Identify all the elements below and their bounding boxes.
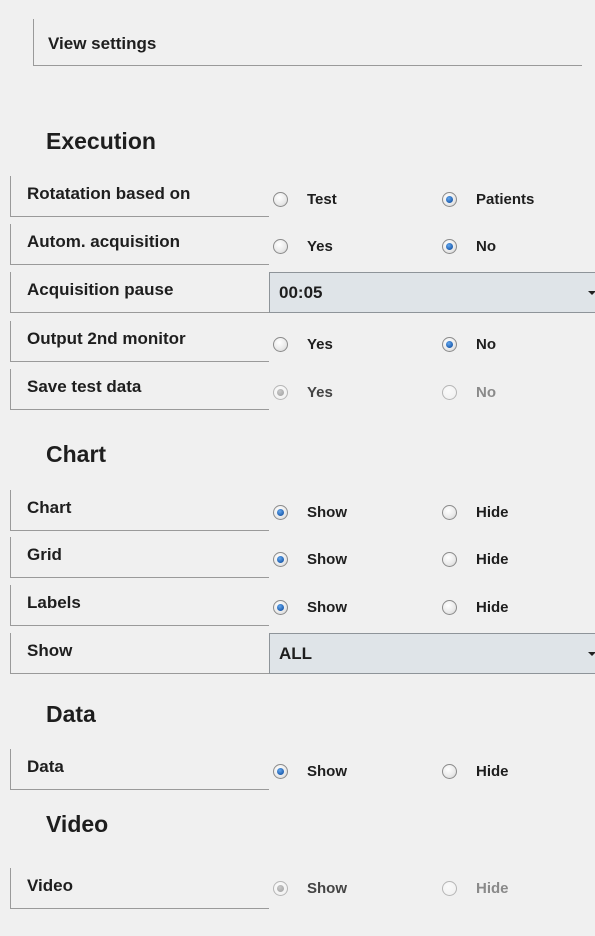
grid-option-hide-label: Hide — [476, 550, 509, 568]
video-option-show: Show — [273, 877, 347, 899]
save-test-data-option-yes-label: Yes — [307, 383, 333, 401]
labels-option-show[interactable]: Show — [273, 596, 347, 618]
grid-option-hide[interactable]: Hide — [442, 548, 509, 570]
radio-selected-icon[interactable] — [273, 504, 288, 520]
acquisition-pause-select[interactable]: 00:05 — [269, 272, 595, 313]
show-value: ALL — [279, 644, 313, 663]
radio-icon[interactable] — [273, 238, 288, 254]
show-label-cell: Show — [10, 633, 269, 674]
autom-acquisition-label: Autom. acquisition — [27, 232, 180, 251]
rotation-label: Rotatation based on — [27, 184, 191, 203]
chart-option-hide[interactable]: Hide — [442, 501, 509, 523]
output-2nd-monitor-label-cell: Output 2nd monitor — [10, 321, 269, 362]
section-title-chart: Chart — [46, 441, 107, 467]
radio-disabled-selected-icon — [273, 384, 288, 400]
data-label-cell: Data — [10, 749, 269, 790]
grid-option-show-label: Show — [307, 550, 347, 568]
output-2nd-monitor-option-no[interactable]: No — [442, 333, 496, 355]
autom-acquisition-option-yes-label: Yes — [307, 237, 333, 255]
radio-disabled-icon — [442, 384, 457, 400]
radio-selected-icon[interactable] — [273, 551, 288, 567]
radio-icon[interactable] — [442, 551, 457, 567]
grid-label-cell: Grid — [10, 537, 269, 578]
chart-option-hide-label: Hide — [476, 503, 509, 521]
autom-acquisition-option-no-label: No — [476, 237, 496, 255]
radio-icon[interactable] — [442, 599, 457, 615]
autom-acquisition-option-yes[interactable]: Yes — [273, 235, 333, 257]
video-option-hide-label: Hide — [476, 879, 509, 897]
video-label-cell: Video — [10, 868, 269, 909]
data-option-hide[interactable]: Hide — [442, 760, 509, 782]
save-test-data-option-yes: Yes — [273, 381, 333, 403]
view-settings-title: View settings — [48, 34, 157, 53]
data-option-show-label: Show — [307, 762, 347, 780]
save-test-data-label-cell: Save test data — [10, 369, 269, 410]
radio-selected-icon[interactable] — [442, 336, 457, 352]
chart-option-show[interactable]: Show — [273, 501, 347, 523]
grid-label: Grid — [27, 545, 62, 564]
chart-label-cell: Chart — [10, 490, 269, 531]
rotation-option-patients[interactable]: Patients — [442, 188, 534, 210]
radio-disabled-selected-icon — [273, 880, 288, 896]
section-title-execution: Execution — [46, 128, 156, 154]
output-2nd-monitor-option-yes[interactable]: Yes — [273, 333, 333, 355]
chevron-down-icon[interactable] — [588, 291, 595, 295]
video-option-hide: Hide — [442, 877, 509, 899]
rotation-label-cell: Rotatation based on — [10, 176, 269, 217]
video-label: Video — [27, 876, 73, 895]
acquisition-pause-label: Acquisition pause — [27, 280, 174, 299]
grid-option-show[interactable]: Show — [273, 548, 347, 570]
section-title-data: Data — [46, 701, 96, 727]
data-label: Data — [27, 757, 64, 776]
autom-acquisition-label-cell: Autom. acquisition — [10, 224, 269, 265]
save-test-data-option-no-label: No — [476, 383, 496, 401]
radio-icon[interactable] — [442, 504, 457, 520]
output-2nd-monitor-option-yes-label: Yes — [307, 335, 333, 353]
output-2nd-monitor-label: Output 2nd monitor — [27, 329, 186, 348]
save-test-data-label: Save test data — [27, 377, 142, 396]
view-settings-header: View settings — [33, 19, 582, 66]
rotation-option-patients-label: Patients — [476, 190, 535, 208]
radio-selected-icon[interactable] — [442, 238, 457, 254]
save-test-data-option-no: No — [442, 381, 496, 403]
radio-selected-icon[interactable] — [442, 191, 457, 207]
labels-option-show-label: Show — [307, 598, 347, 616]
show-select[interactable]: ALL — [269, 633, 595, 674]
rotation-option-test-label: Test — [307, 190, 337, 208]
radio-selected-icon[interactable] — [273, 599, 288, 615]
rotation-option-test[interactable]: Test — [273, 188, 337, 210]
video-option-show-label: Show — [307, 879, 347, 897]
data-option-show[interactable]: Show — [273, 760, 347, 782]
section-title-video: Video — [46, 811, 109, 837]
acquisition-pause-value: 00:05 — [279, 283, 323, 302]
labels-option-hide-label: Hide — [476, 598, 509, 616]
chevron-down-icon[interactable] — [588, 652, 595, 656]
radio-disabled-icon — [442, 880, 457, 896]
output-2nd-monitor-option-no-label: No — [476, 335, 496, 353]
autom-acquisition-option-no[interactable]: No — [442, 235, 496, 257]
labels-label-cell: Labels — [10, 585, 269, 626]
chart-label: Chart — [27, 498, 72, 517]
labels-label: Labels — [27, 593, 81, 612]
labels-option-hide[interactable]: Hide — [442, 596, 509, 618]
data-option-hide-label: Hide — [476, 762, 509, 780]
show-label: Show — [27, 641, 73, 660]
radio-selected-icon[interactable] — [273, 763, 288, 779]
chart-option-show-label: Show — [307, 503, 347, 521]
acquisition-pause-label-cell: Acquisition pause — [10, 272, 269, 313]
radio-icon[interactable] — [273, 336, 288, 352]
radio-icon[interactable] — [273, 191, 288, 207]
radio-icon[interactable] — [442, 763, 457, 779]
